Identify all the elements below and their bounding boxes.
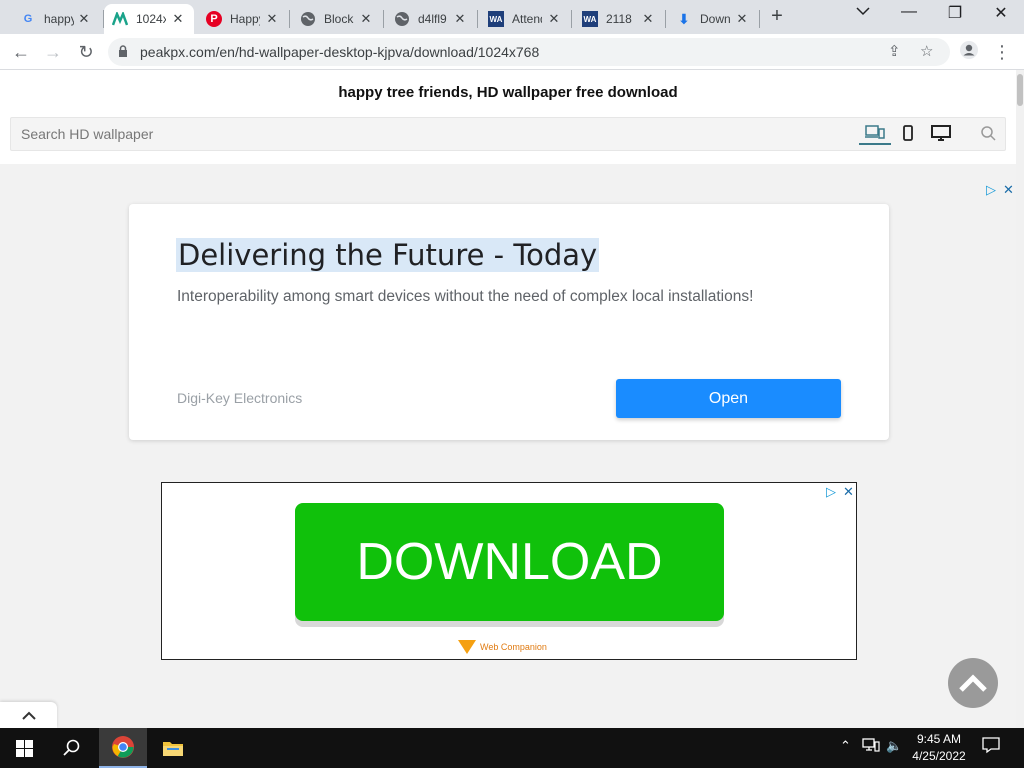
close-icon[interactable]: ✕ <box>734 11 750 27</box>
chevron-up-icon <box>21 711 36 720</box>
globe-icon <box>394 11 410 27</box>
tab-title: d4lfl9 <box>418 12 447 26</box>
tab-pinterest[interactable]: P Happy Tree Friends ✕ <box>198 4 288 34</box>
peakpx-icon <box>112 11 128 27</box>
tab-peakpx[interactable]: 1024x768 ✕ <box>104 4 194 34</box>
browser-toolbar: ← → ↻ peakpx.com/en/hd-wallpaper-desktop… <box>0 34 1024 70</box>
scrollbar-thumb[interactable] <box>1017 74 1023 106</box>
search-input[interactable] <box>11 118 851 150</box>
clock-date: 4/25/2022 <box>912 749 966 763</box>
tab-d4lfl9[interactable]: d4lfl9 ✕ <box>386 4 476 34</box>
tab-search-button[interactable] <box>849 3 877 21</box>
wa-icon: WA <box>488 11 504 27</box>
system-clock[interactable]: 9:45 AM 4/25/2022 <box>906 731 972 765</box>
close-icon[interactable]: ✕ <box>452 11 468 27</box>
wa-icon: WA <box>582 11 598 27</box>
ad-card[interactable]: Delivering the Future - Today Interopera… <box>129 204 889 440</box>
url-text: peakpx.com/en/hd-wallpaper-desktop-kjpva… <box>140 44 540 60</box>
tab-block[interactable]: Block ✕ <box>292 4 382 34</box>
windows-logo-icon <box>15 739 33 757</box>
file-explorer-taskbar-button[interactable] <box>149 728 197 768</box>
close-icon[interactable]: ✕ <box>546 11 562 27</box>
close-icon[interactable]: ✕ <box>358 11 374 27</box>
scroll-to-top-button[interactable] <box>948 658 998 708</box>
minimize-button[interactable]: — <box>895 3 923 21</box>
tab-title: Happy Tree Friends <box>230 12 260 26</box>
pinterest-icon: P <box>206 11 222 27</box>
desktop-icon[interactable] <box>930 125 952 145</box>
windows-taskbar: ⌃ 🔈 9:45 AM 4/25/2022 <box>0 728 1024 768</box>
close-icon[interactable]: ✕ <box>264 11 280 27</box>
search-icon <box>63 739 80 756</box>
mobile-icon[interactable] <box>900 125 916 145</box>
tab-title: 1024x768 <box>136 12 166 26</box>
address-bar[interactable]: peakpx.com/en/hd-wallpaper-desktop-kjpva… <box>108 38 950 66</box>
download-icon: ⬇ <box>678 10 690 27</box>
adchoices-icon[interactable]: ▷ <box>986 182 996 198</box>
google-icon: G <box>23 13 33 25</box>
globe-icon <box>300 11 316 27</box>
bookmark-star-icon[interactable]: ☆ <box>920 42 933 60</box>
chevron-up-icon <box>959 674 987 692</box>
site-header: happy tree friends, HD wallpaper free do… <box>0 70 1016 164</box>
notifications-icon[interactable] <box>982 736 1000 757</box>
expand-panel-button[interactable] <box>0 702 57 728</box>
close-window-button[interactable]: ✕ <box>987 3 1015 23</box>
tab-attendance[interactable]: WA Attendance ✕ <box>480 4 570 34</box>
web-companion-icon <box>458 640 476 654</box>
search-bar <box>10 117 1006 151</box>
web-companion-label: Web Companion <box>480 642 547 652</box>
web-companion-logo: Web Companion <box>458 640 547 654</box>
chrome-taskbar-button[interactable] <box>99 728 147 768</box>
lock-icon <box>118 44 128 60</box>
close-icon[interactable]: ✕ <box>76 11 92 27</box>
chrome-icon <box>112 736 134 758</box>
tab-download[interactable]: ⬇ Download ✕ <box>668 4 758 34</box>
browser-tab-strip: G happy tree friends ✕ 1024x768 ✕ P Happ… <box>0 0 1024 34</box>
page-scrollbar[interactable] <box>1016 70 1024 728</box>
network-icon[interactable] <box>862 738 880 755</box>
reload-button[interactable]: ↻ <box>74 40 98 64</box>
download-ad-button[interactable]: DOWNLOAD <box>295 503 724 621</box>
close-icon[interactable]: ✕ <box>640 11 656 27</box>
tab-2118[interactable]: WA 2118 ✕ <box>574 4 664 34</box>
chevron-down-icon <box>856 7 870 16</box>
chevron-up-icon[interactable]: ⌃ <box>840 738 851 754</box>
adchoices-icon[interactable]: ▷ <box>826 484 836 500</box>
volume-icon[interactable]: 🔈 <box>886 738 902 754</box>
search-icon[interactable] <box>979 125 997 145</box>
tab-title: Attendance <box>512 12 542 26</box>
all-devices-icon[interactable] <box>859 125 891 145</box>
forward-button[interactable]: → <box>41 40 65 64</box>
ad-description: Interoperability among smart devices wit… <box>177 288 754 305</box>
tab-title: happy tree friends <box>44 12 74 26</box>
restore-button[interactable]: ❐ <box>941 3 969 23</box>
start-button[interactable] <box>0 728 48 768</box>
folder-icon <box>163 742 183 756</box>
ad-open-button[interactable]: Open <box>616 379 841 418</box>
clock-time: 9:45 AM <box>916 732 962 746</box>
more-menu-icon[interactable]: ⋮ <box>990 40 1014 64</box>
tab-title: 2118 <box>606 12 632 26</box>
download-ad-banner[interactable]: ▷ ✕ DOWNLOAD Web Companion <box>161 482 857 660</box>
search-taskbar-button[interactable] <box>48 728 96 768</box>
page-title: happy tree friends, HD wallpaper free do… <box>338 84 678 101</box>
tab-title: Download <box>700 12 730 26</box>
profile-icon[interactable] <box>957 40 981 64</box>
page-viewport: happy tree friends, HD wallpaper free do… <box>0 70 1024 728</box>
close-icon[interactable]: ✕ <box>170 11 186 27</box>
ad-advertiser[interactable]: Digi-Key Electronics <box>177 390 302 406</box>
ad-headline[interactable]: Delivering the Future - Today <box>176 238 600 272</box>
tab-google[interactable]: G happy tree friends ✕ <box>12 4 100 34</box>
share-icon[interactable]: ⇪ <box>888 42 901 60</box>
new-tab-button[interactable]: + <box>766 5 788 28</box>
ad-close-icon[interactable]: ✕ <box>1003 182 1014 198</box>
ad-close-icon[interactable]: ✕ <box>843 484 854 500</box>
tab-title: Block <box>324 12 354 26</box>
back-button[interactable]: ← <box>9 40 33 64</box>
